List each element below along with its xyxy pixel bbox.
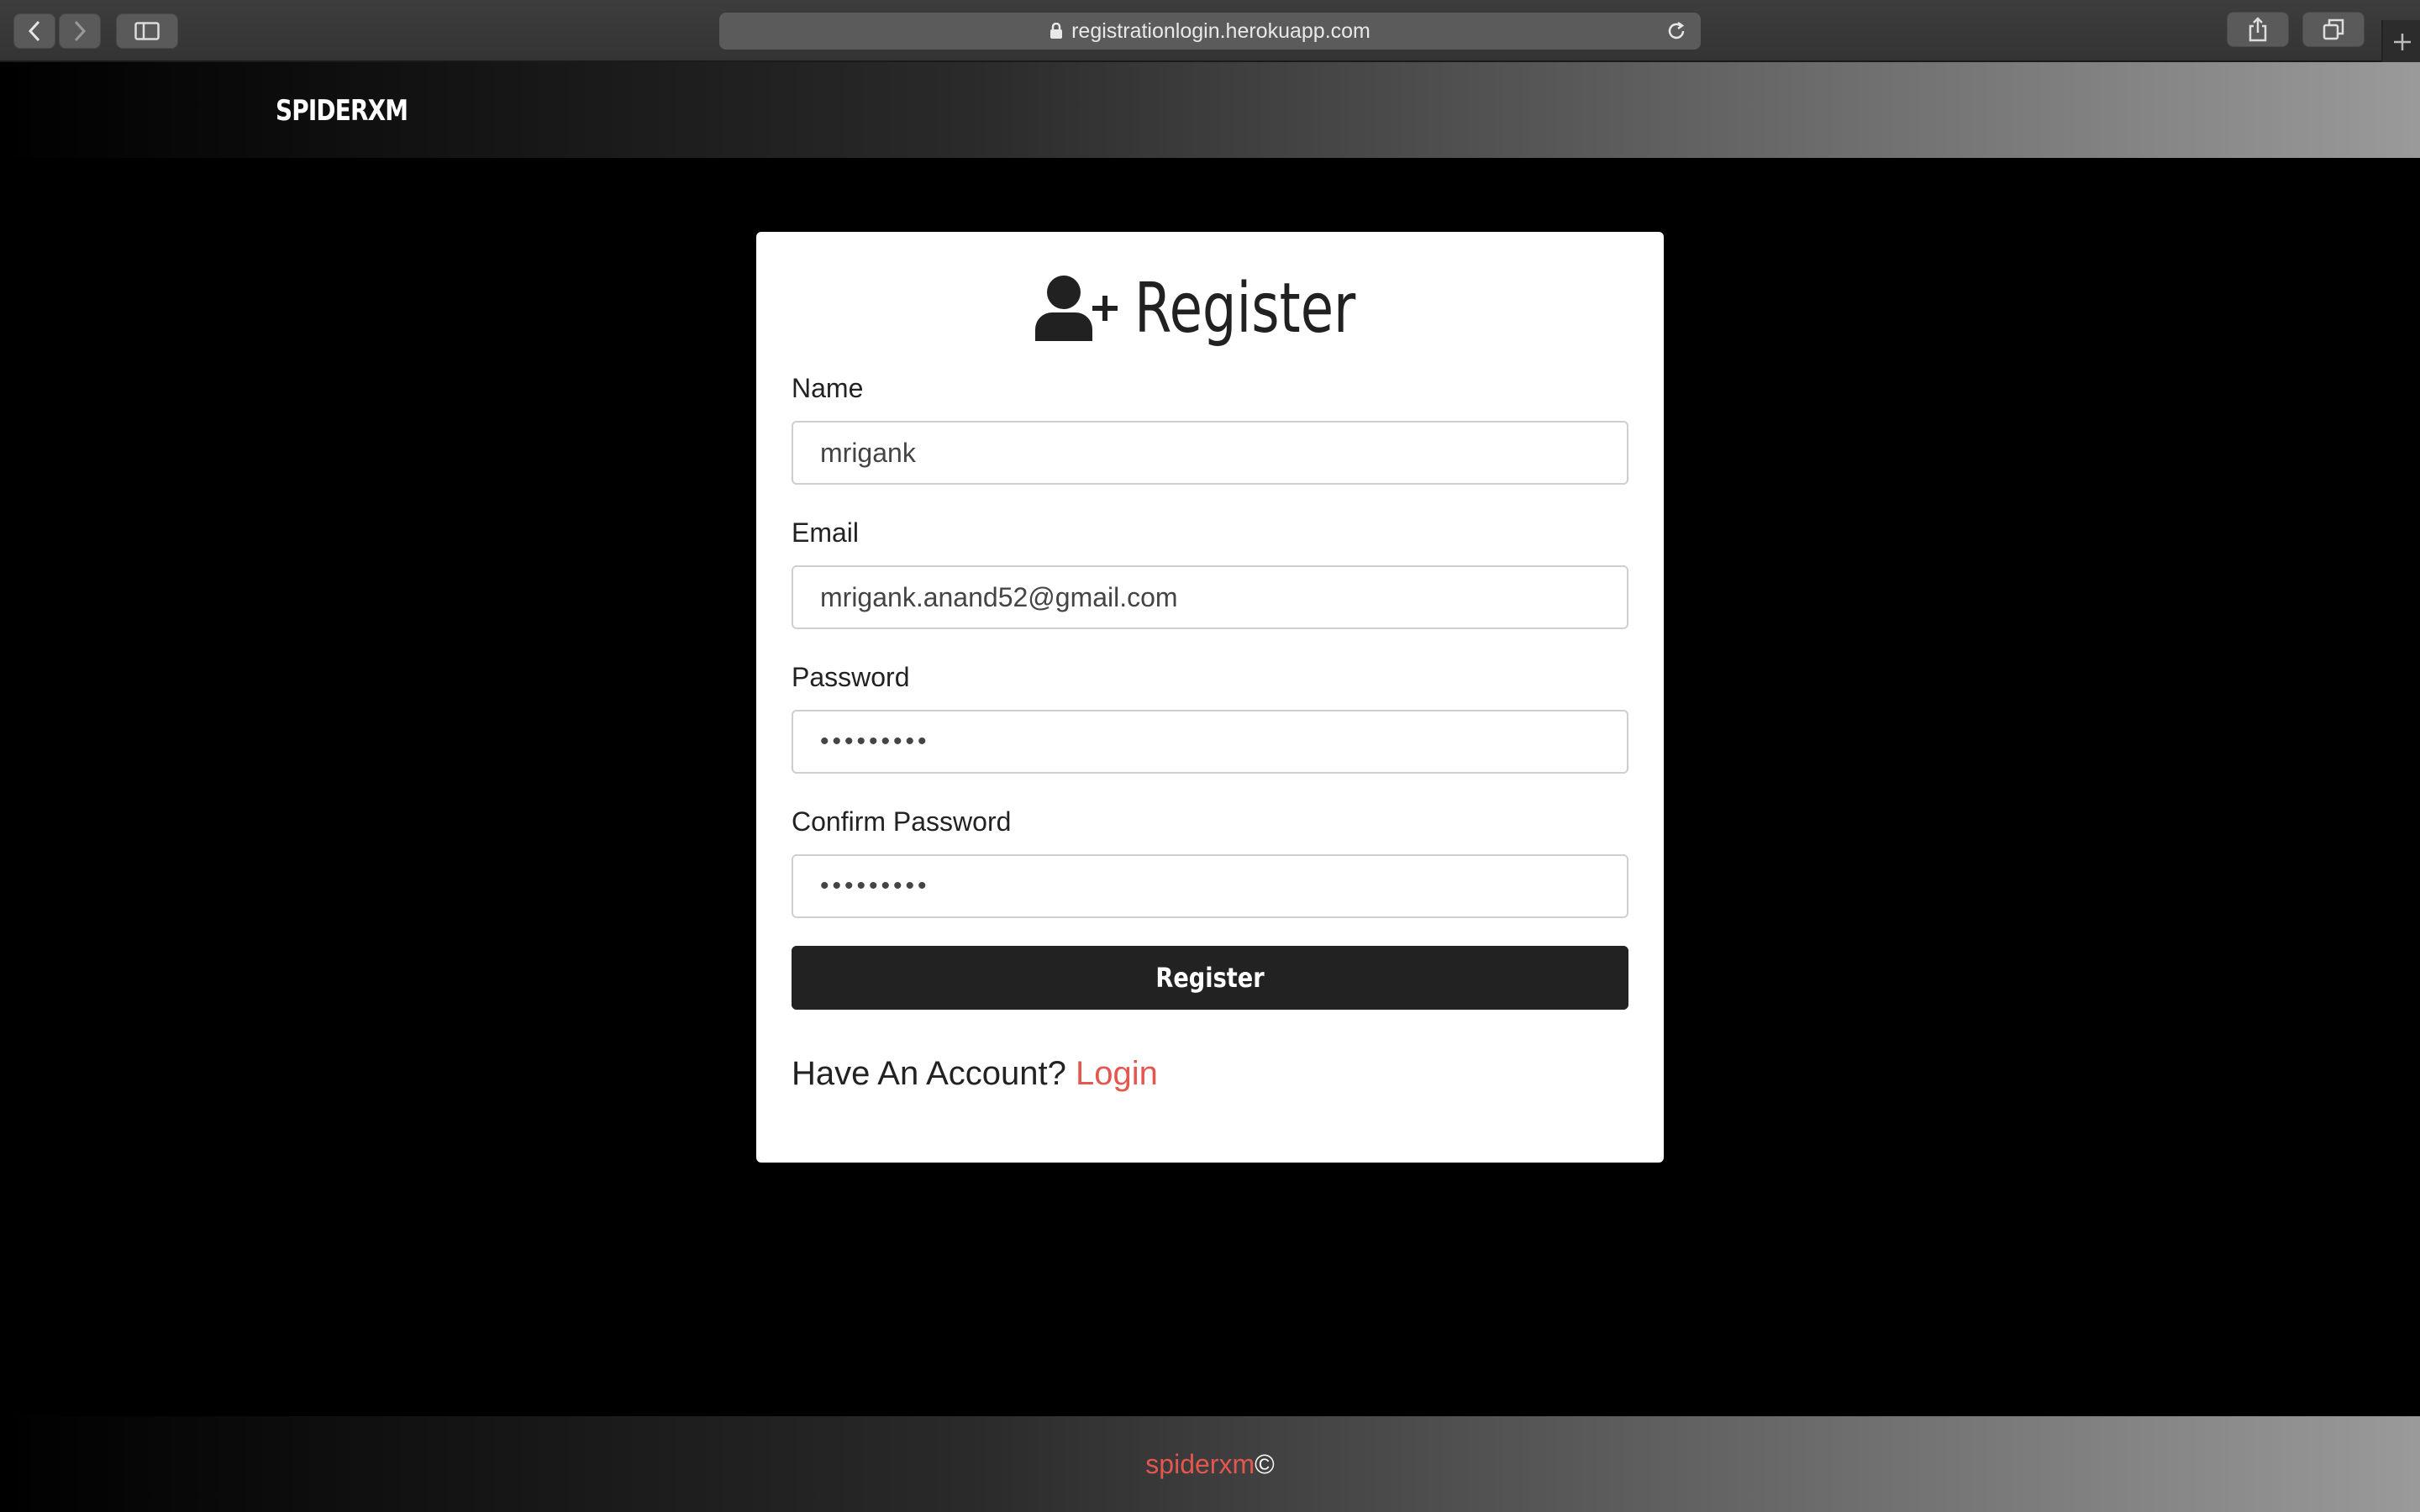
email-label: Email bbox=[792, 517, 860, 548]
page-title: Register bbox=[1134, 269, 1356, 349]
sidebar-icon bbox=[134, 22, 160, 40]
register-button[interactable]: Register bbox=[792, 946, 1628, 1010]
url-text: registrationlogin.herokuapp.com bbox=[1071, 18, 1370, 43]
new-tab-button[interactable] bbox=[2381, 20, 2420, 64]
back-button[interactable] bbox=[13, 13, 55, 49]
name-field-group: Name mrigank bbox=[792, 373, 1628, 485]
sidebar-button[interactable] bbox=[116, 13, 178, 49]
email-field-group: Email mrigank.anand52@gmail.com bbox=[792, 517, 1628, 629]
brand-logo[interactable]: SPIDERXM bbox=[276, 94, 408, 128]
card-header: Register bbox=[756, 269, 1664, 349]
browser-toolbar: registrationlogin.herokuapp.com bbox=[0, 0, 2420, 64]
password-field-group: Password ••••••••• bbox=[792, 662, 1628, 774]
email-input[interactable]: mrigank.anand52@gmail.com bbox=[792, 565, 1628, 629]
forward-button[interactable] bbox=[59, 13, 101, 49]
lock-icon bbox=[1050, 23, 1063, 39]
address-bar[interactable]: registrationlogin.herokuapp.com bbox=[719, 13, 1701, 50]
login-link[interactable]: Login bbox=[1076, 1055, 1158, 1092]
footer-brand-link[interactable]: spiderxm bbox=[1145, 1449, 1255, 1480]
copyright-symbol: © bbox=[1255, 1448, 1275, 1479]
name-input[interactable]: mrigank bbox=[792, 421, 1628, 485]
register-card: Register Name mrigank Email mrigank.anan… bbox=[756, 232, 1664, 1163]
share-button[interactable] bbox=[2227, 12, 2289, 47]
site-footer: spiderxm © bbox=[0, 1416, 2420, 1512]
account-prompt: Have An Account? bbox=[792, 1055, 1066, 1092]
site-navbar: SPIDERXM bbox=[0, 62, 2420, 158]
plus-icon bbox=[2394, 34, 2411, 50]
confirm-password-field-group: Confirm Password ••••••••• bbox=[792, 806, 1628, 918]
password-input[interactable]: ••••••••• bbox=[792, 710, 1628, 774]
chevron-left-icon bbox=[28, 20, 40, 42]
user-plus-icon bbox=[1035, 275, 1118, 341]
history-buttons bbox=[13, 13, 101, 49]
password-label: Password bbox=[792, 662, 910, 692]
confirm-password-label: Confirm Password bbox=[792, 806, 1012, 837]
chevron-right-icon bbox=[74, 20, 87, 42]
tabs-icon bbox=[2323, 18, 2344, 40]
register-button-label: Register bbox=[1155, 962, 1265, 994]
have-account-line: Have An Account? Login bbox=[792, 1055, 1158, 1093]
tabs-button[interactable] bbox=[2302, 12, 2365, 47]
confirm-password-input[interactable]: ••••••••• bbox=[792, 854, 1628, 918]
share-icon bbox=[2249, 17, 2267, 42]
name-label: Name bbox=[792, 373, 864, 403]
reload-icon[interactable] bbox=[1665, 19, 1687, 49]
